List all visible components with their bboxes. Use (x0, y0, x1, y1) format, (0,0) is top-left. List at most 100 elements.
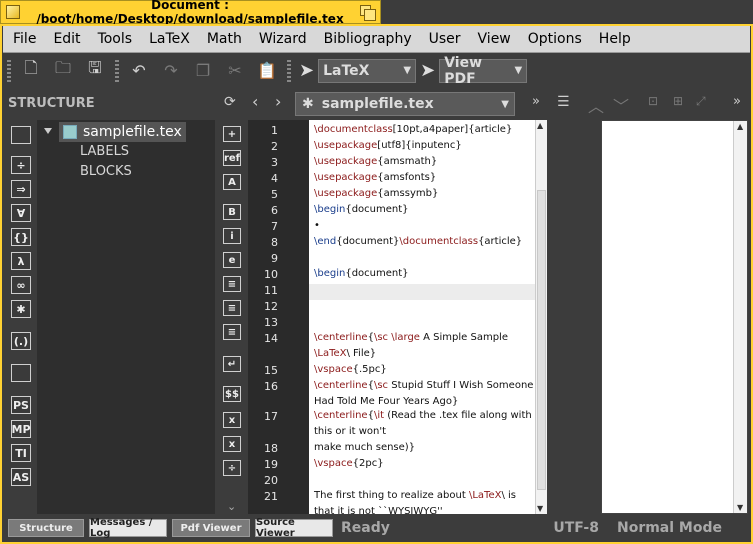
tree-item-labels[interactable]: LABELS (80, 144, 129, 159)
zoom-fit-icon[interactable]: ⤢ (696, 94, 706, 109)
line-number: 2 (271, 140, 278, 153)
scroll-more-icon[interactable]: ⌄ (227, 500, 236, 513)
pdf-viewer[interactable] (601, 120, 748, 514)
mp-icon[interactable]: MP (11, 420, 31, 438)
save-icon[interactable]: 🖫 (84, 58, 106, 82)
line-number: 19 (264, 458, 278, 471)
align-left-icon[interactable]: ≡ (223, 276, 241, 292)
messages-log-button[interactable]: Messages / Log (89, 517, 167, 539)
ref-icon[interactable]: ref (223, 150, 241, 166)
menu-tools[interactable]: Tools (88, 31, 140, 47)
line-number: 14 (264, 332, 278, 345)
redo-icon[interactable]: ↷ (160, 60, 182, 82)
menu-latex[interactable]: LaTeX (139, 31, 197, 47)
editor-scrollbar[interactable]: ▲ ▼ (535, 120, 547, 514)
emphasis-icon[interactable]: e (223, 252, 241, 268)
implies-icon[interactable]: ⇒ (11, 180, 31, 198)
forall-icon[interactable]: ∀ (11, 204, 31, 222)
tree-root-item[interactable]: samplefile.tex (59, 122, 186, 142)
refresh-icon[interactable]: ⟳ (224, 94, 236, 110)
code-line: that it is not ``WYSIWYG'' (314, 506, 443, 514)
divide-icon[interactable]: ÷ (11, 156, 31, 174)
status-text: Ready (341, 520, 390, 536)
menu-view[interactable]: View (468, 31, 518, 47)
delimiters-icon[interactable]: (.) (11, 332, 31, 350)
pdf-scrollbar[interactable]: ▲ ▼ (733, 121, 747, 513)
superscript-icon[interactable]: x (223, 436, 241, 452)
scroll-down-icon[interactable]: ▼ (537, 504, 543, 513)
new-file-icon[interactable]: 🗋 (20, 58, 42, 82)
back-icon[interactable]: ‹ (252, 92, 258, 111)
menu-help[interactable]: Help (589, 31, 638, 47)
more-icon[interactable]: » (733, 94, 741, 109)
list-icon[interactable] (11, 126, 31, 144)
forward-icon[interactable]: › (275, 92, 281, 111)
menu-user[interactable]: User (419, 31, 468, 47)
open-folder-icon[interactable]: 🗀 (52, 58, 74, 82)
scroll-down-icon[interactable]: ▼ (737, 503, 743, 512)
subscript-icon[interactable]: x (223, 412, 241, 428)
scroll-thumb[interactable] (537, 190, 546, 490)
code-line: \begin{document} (314, 268, 409, 279)
source-viewer-button[interactable]: Source Viewer (255, 517, 333, 539)
menu-bibliography[interactable]: Bibliography (314, 31, 419, 47)
structure-toggle-button[interactable]: Structure (8, 519, 84, 537)
next-page-icon[interactable]: ﹀ (613, 93, 629, 117)
lambda-icon[interactable]: λ (11, 252, 31, 270)
more-icon[interactable]: » (532, 94, 540, 109)
insert-icon[interactable]: + (223, 126, 241, 142)
code-line: \vspace{2pc} (314, 458, 384, 469)
fit-width-icon[interactable]: ⊡ (648, 94, 658, 108)
open-file-select[interactable]: ✱ samplefile.tex ▼ (295, 92, 515, 116)
menu-file[interactable]: File (3, 31, 43, 47)
align-center-icon[interactable]: ≡ (223, 300, 241, 316)
paste-icon[interactable]: 📋 (256, 60, 278, 82)
toolbar-grip[interactable] (287, 59, 291, 82)
user-icon[interactable] (11, 364, 31, 382)
toolbar-grip[interactable] (7, 59, 11, 82)
structure-view-icon[interactable]: ☰ (557, 94, 570, 110)
previous-page-icon[interactable]: ︿ (588, 93, 604, 117)
as-icon[interactable]: AS (11, 468, 31, 486)
ps-icon[interactable]: PS (11, 396, 31, 414)
expand-icon[interactable] (44, 128, 52, 134)
italic-icon[interactable]: i (223, 228, 241, 244)
zoom-icon[interactable] (360, 5, 376, 21)
ti-icon[interactable]: TI (11, 444, 31, 462)
menu-wizard[interactable]: Wizard (249, 31, 314, 47)
braces-icon[interactable]: {} (11, 228, 31, 246)
align-right-icon[interactable]: ≡ (223, 324, 241, 340)
bold-icon[interactable]: B (223, 204, 241, 220)
window-title-tab[interactable]: Document : /boot/home/Desktop/download/s… (0, 0, 381, 26)
scroll-up-icon[interactable]: ▲ (737, 122, 743, 131)
code-line: • (314, 220, 320, 231)
asterisk-icon[interactable]: ✱ (11, 300, 31, 318)
font-size-icon[interactable]: A (223, 174, 241, 190)
menu-options[interactable]: Options (518, 31, 589, 47)
fraction-icon[interactable]: ÷ (223, 460, 241, 476)
copy-icon[interactable]: ❐ (192, 60, 214, 82)
cut-icon[interactable]: ✂ (224, 60, 246, 82)
undo-icon[interactable]: ↶ (128, 60, 150, 82)
math-icon[interactable]: $$ (223, 386, 241, 402)
line-number: 13 (264, 316, 278, 329)
menu-math[interactable]: Math (197, 31, 249, 47)
menu-edit[interactable]: Edit (43, 31, 87, 47)
line-number: 16 (264, 380, 278, 393)
toolbar-grip[interactable] (115, 59, 119, 82)
close-icon[interactable] (6, 5, 20, 19)
source-editor[interactable]: \documentclass[10pt,a4paper]{article} \us… (309, 120, 535, 514)
newline-icon[interactable]: ↵ (223, 356, 241, 372)
tree-item-blocks[interactable]: BLOCKS (80, 164, 132, 179)
fit-page-icon[interactable]: ⊞ (673, 94, 683, 108)
scroll-up-icon[interactable]: ▲ (537, 121, 543, 130)
encoding-indicator[interactable]: UTF-8 (553, 520, 599, 536)
compiler-select[interactable]: LaTeX ▼ (318, 58, 417, 83)
viewer-select[interactable]: View PDF ▼ (439, 55, 528, 87)
quick-build-icon[interactable]: ➤ (299, 60, 314, 81)
infinity-icon[interactable]: ∞ (11, 276, 31, 294)
line-number: 18 (264, 442, 278, 455)
tree-root-label: samplefile.tex (83, 124, 182, 140)
pdf-viewer-button[interactable]: Pdf Viewer (172, 519, 250, 537)
view-run-icon[interactable]: ➤ (420, 60, 435, 81)
